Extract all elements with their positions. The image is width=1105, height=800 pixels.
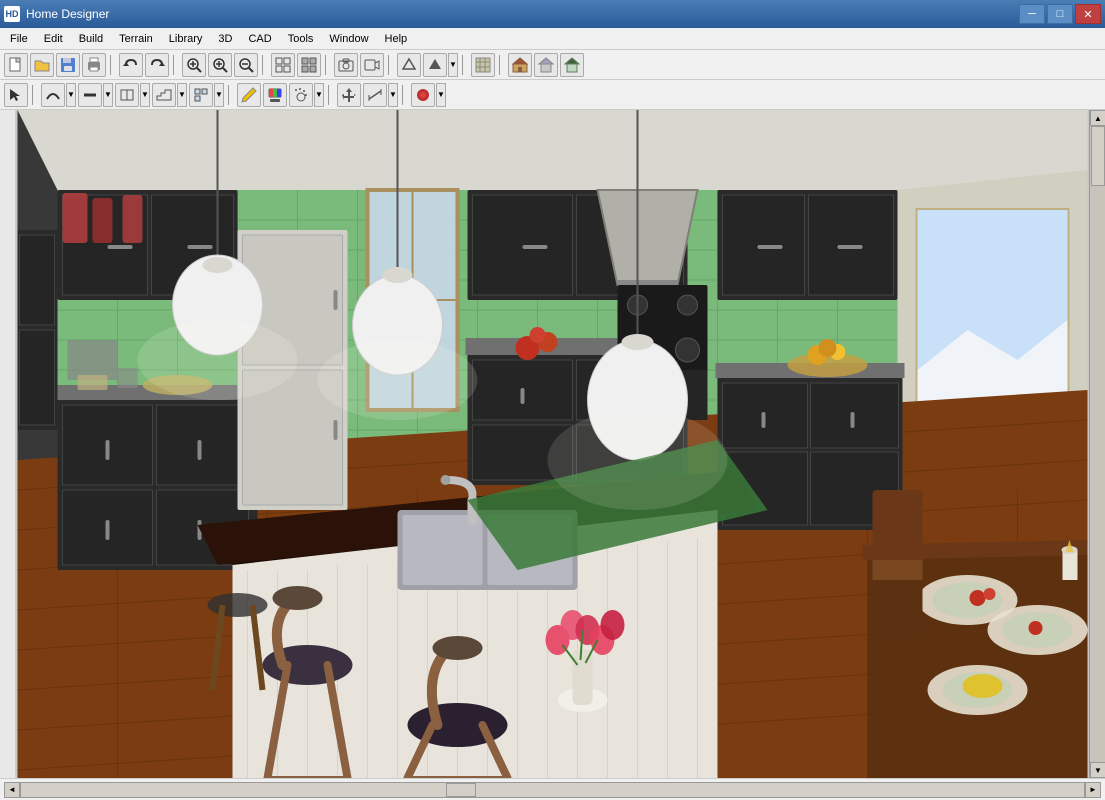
- select-tool[interactable]: [4, 83, 28, 107]
- separator-3: [262, 55, 267, 75]
- undo-button[interactable]: [119, 53, 143, 77]
- canvas-area[interactable]: [16, 110, 1089, 778]
- cabinet-tool[interactable]: [115, 83, 139, 107]
- print-button[interactable]: [82, 53, 106, 77]
- menu-help[interactable]: Help: [377, 31, 416, 47]
- zoom-fit-button[interactable]: [182, 53, 206, 77]
- house-btn[interactable]: [508, 53, 532, 77]
- scroll-left-button[interactable]: ◄: [4, 782, 20, 798]
- view-dropdown-arrow[interactable]: ▼: [448, 53, 458, 77]
- house3-btn[interactable]: [560, 53, 584, 77]
- wall-dropdown[interactable]: ▼: [103, 83, 113, 107]
- curve-tool[interactable]: [41, 83, 65, 107]
- toolbar-2: ▼ ▼ ▼ ▼ ▼ ▼: [0, 80, 1105, 110]
- move-tool[interactable]: [337, 83, 361, 107]
- scroll-track-v[interactable]: [1090, 126, 1105, 762]
- vertical-scrollbar[interactable]: ▲ ▼: [1089, 110, 1105, 778]
- stairs-dropdown[interactable]: ▼: [177, 83, 187, 107]
- main-area: ▲ ▼: [0, 110, 1105, 778]
- menu-tools[interactable]: Tools: [280, 31, 322, 47]
- arrow-up-button[interactable]: [397, 53, 421, 77]
- minimize-button[interactable]: ─: [1019, 4, 1045, 24]
- zoom-out-button[interactable]: [234, 53, 258, 77]
- cabinet-dropdown[interactable]: ▼: [140, 83, 150, 107]
- grid-button[interactable]: [271, 53, 295, 77]
- redo-button[interactable]: [145, 53, 169, 77]
- separator-t2-2: [228, 85, 233, 105]
- separator-t2-4: [402, 85, 407, 105]
- scroll-up-button[interactable]: ▲: [1090, 110, 1105, 126]
- title-bar: HD Home Designer ─ □ ✕: [0, 0, 1105, 28]
- separator-t2-3: [328, 85, 333, 105]
- open-button[interactable]: [30, 53, 54, 77]
- menu-library[interactable]: Library: [161, 31, 211, 47]
- status-bar: ◄ ►: [0, 778, 1105, 800]
- camera-button[interactable]: [334, 53, 358, 77]
- color-tool[interactable]: [263, 83, 287, 107]
- menu-edit[interactable]: Edit: [36, 31, 71, 47]
- separator-5: [388, 55, 393, 75]
- maximize-button[interactable]: □: [1047, 4, 1073, 24]
- menu-3d[interactable]: 3D: [210, 31, 240, 47]
- scroll-thumb-v[interactable]: [1091, 126, 1105, 186]
- separator-7: [499, 55, 504, 75]
- curve-dropdown[interactable]: ▼: [66, 83, 76, 107]
- vertical-ruler: [0, 110, 16, 778]
- save-button[interactable]: [56, 53, 80, 77]
- close-button[interactable]: ✕: [1075, 4, 1101, 24]
- wall-tool[interactable]: [78, 83, 102, 107]
- room-dropdown[interactable]: ▼: [214, 83, 224, 107]
- stairs-tool[interactable]: [152, 83, 176, 107]
- dimension-tool[interactable]: [363, 83, 387, 107]
- menu-window[interactable]: Window: [321, 31, 376, 47]
- grid2-button[interactable]: [297, 53, 321, 77]
- app-icon: HD: [4, 6, 20, 22]
- kitchen-render: [16, 110, 1089, 778]
- menu-cad[interactable]: CAD: [240, 31, 279, 47]
- dimension-dropdown[interactable]: ▼: [388, 83, 398, 107]
- horizontal-scrollbar[interactable]: [20, 782, 1085, 798]
- texture-button[interactable]: [471, 53, 495, 77]
- toolbar-1: ▼: [0, 50, 1105, 80]
- record-tool[interactable]: [411, 83, 435, 107]
- separator-6: [462, 55, 467, 75]
- new-button[interactable]: [4, 53, 28, 77]
- separator-2: [173, 55, 178, 75]
- app-title: Home Designer: [26, 7, 109, 21]
- menu-terrain[interactable]: Terrain: [111, 31, 161, 47]
- pencil-tool[interactable]: [237, 83, 261, 107]
- scroll-down-button[interactable]: ▼: [1090, 762, 1105, 778]
- scroll-right-button[interactable]: ►: [1085, 782, 1101, 798]
- zoom-in-button[interactable]: [208, 53, 232, 77]
- menu-file[interactable]: File: [2, 31, 36, 47]
- spray-tool[interactable]: [289, 83, 313, 107]
- room-tool[interactable]: [189, 83, 213, 107]
- separator-t2-1: [32, 85, 37, 105]
- record-dropdown[interactable]: ▼: [436, 83, 446, 107]
- window-controls: ─ □ ✕: [1019, 4, 1101, 24]
- separator-4: [325, 55, 330, 75]
- view-button[interactable]: [423, 53, 447, 77]
- spray-dropdown[interactable]: ▼: [314, 83, 324, 107]
- separator-1: [110, 55, 115, 75]
- house2-btn[interactable]: [534, 53, 558, 77]
- scroll-thumb-h[interactable]: [446, 783, 476, 797]
- menu-bar: File Edit Build Terrain Library 3D CAD T…: [0, 28, 1105, 50]
- menu-build[interactable]: Build: [71, 31, 111, 47]
- video-button[interactable]: [360, 53, 384, 77]
